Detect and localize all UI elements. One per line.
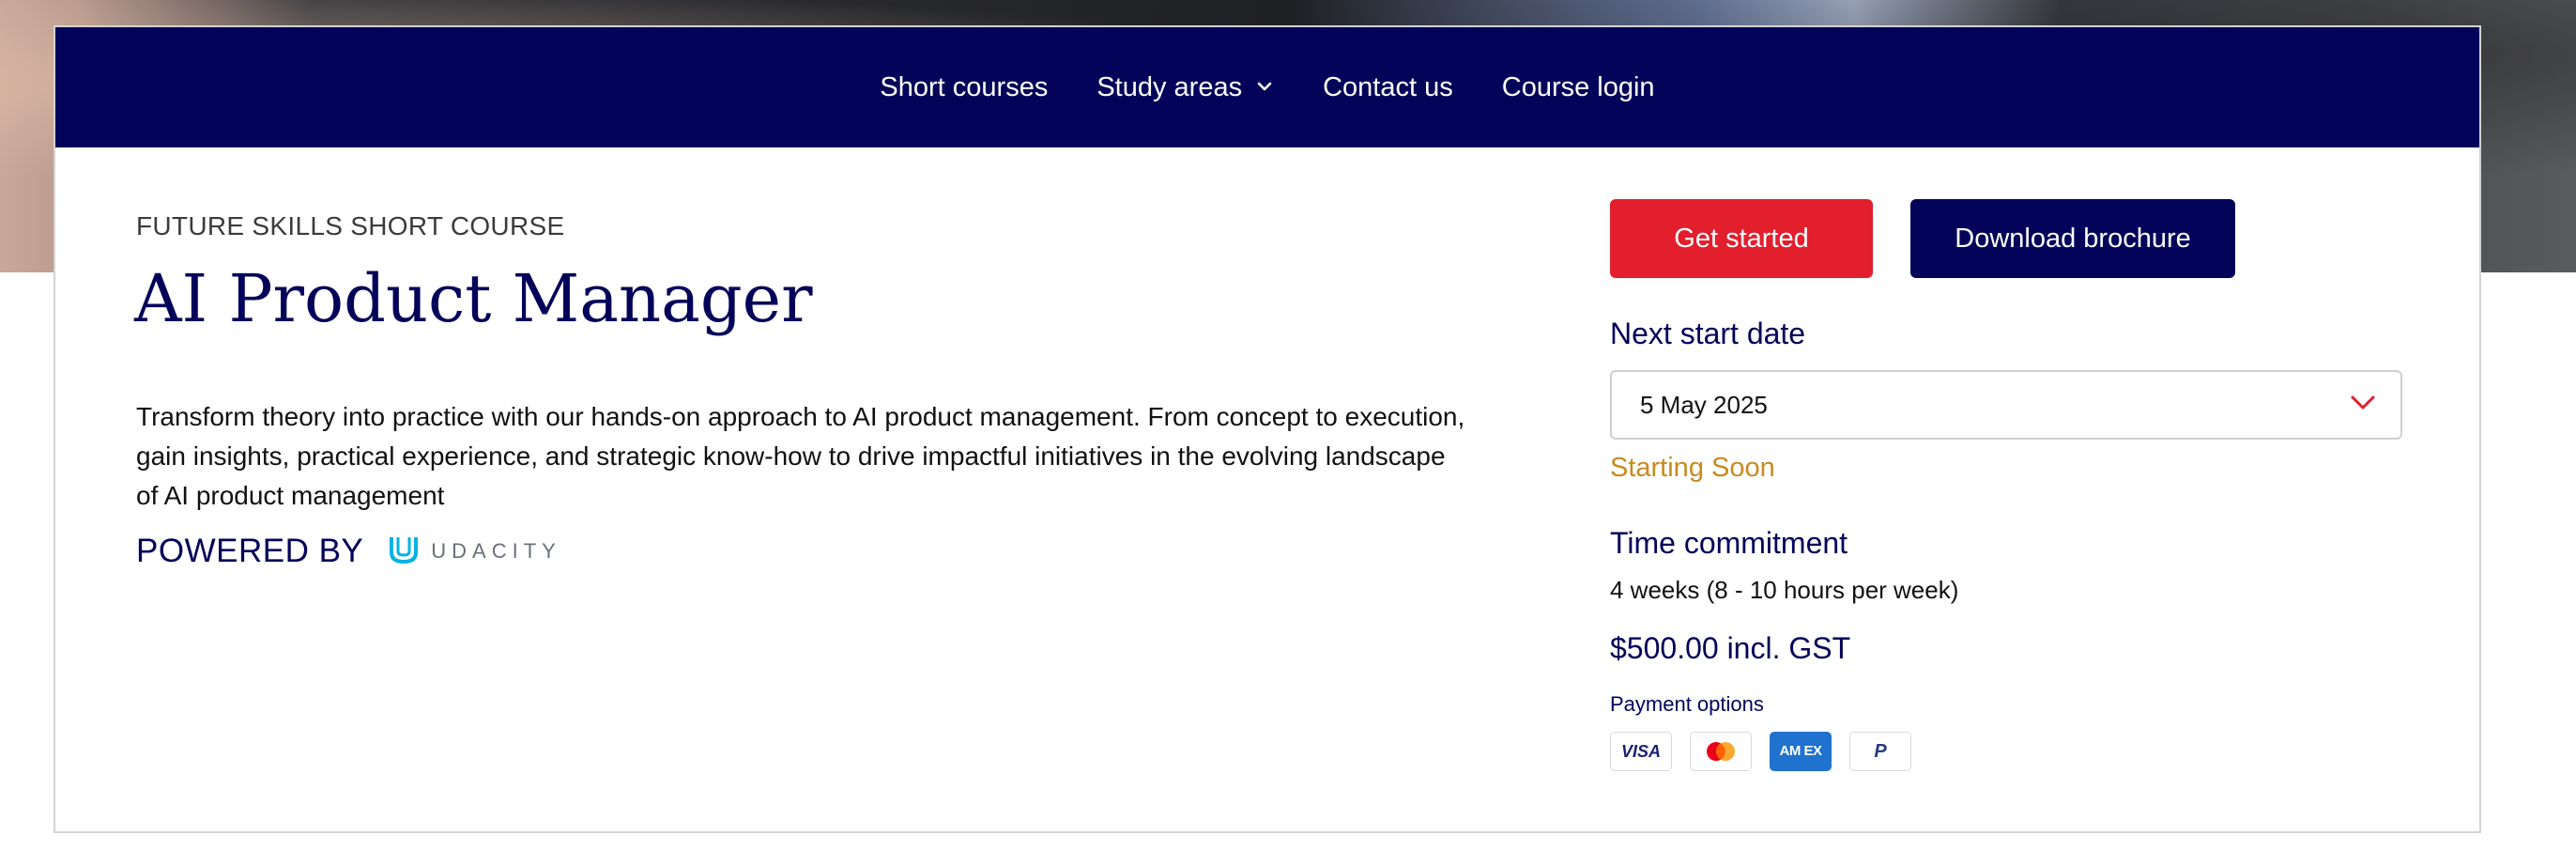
amex-icon: AM EX <box>1770 732 1832 771</box>
nav-course-login-label: Course login <box>1501 71 1655 102</box>
nav-study-areas-label: Study areas <box>1096 71 1243 102</box>
course-price: $500.00 incl. GST <box>1610 631 1851 665</box>
nav-short-courses-label: Short courses <box>880 71 1049 102</box>
start-date-value: 5 May 2025 <box>1640 390 1768 419</box>
download-brochure-button[interactable]: Download brochure <box>1910 199 2235 278</box>
page-title: AI Product Manager <box>134 260 813 337</box>
top-navigation: Short courses Study areas Contact us Cou… <box>55 27 2479 147</box>
visa-text: VISA <box>1620 741 1661 761</box>
start-status: Starting Soon <box>1610 453 1775 483</box>
start-date-select[interactable]: 5 May 2025 <box>1610 370 2402 440</box>
time-commitment-value: 4 weeks (8 - 10 hours per week) <box>1610 576 1959 604</box>
course-card: Short courses Study areas Contact us Cou… <box>54 25 2481 833</box>
payment-options-label: Payment options <box>1610 692 1764 716</box>
nav-course-login[interactable]: Course login <box>1478 72 1679 103</box>
next-start-date-label: Next start date <box>1610 317 1806 350</box>
nav-contact-us-label: Contact us <box>1323 71 1453 102</box>
udacity-logo: UDACITY <box>388 534 561 570</box>
get-started-button[interactable]: Get started <box>1610 199 1873 278</box>
chevron-down-icon <box>1255 72 1274 103</box>
payment-methods: VISA AM EX P <box>1610 732 1911 771</box>
course-category: FUTURE SKILLS SHORT COURSE <box>136 211 565 240</box>
amex-text: AM EX <box>1779 743 1822 759</box>
chevron-down-icon <box>2350 395 2376 416</box>
time-commitment-label: Time commitment <box>1610 526 1848 560</box>
powered-by: POWERED BY UDACITY <box>136 533 561 570</box>
paypal-text: P <box>1874 740 1887 762</box>
nav-contact-us[interactable]: Contact us <box>1298 72 1478 103</box>
mastercard-icon <box>1690 732 1752 771</box>
nav-study-areas[interactable]: Study areas <box>1072 72 1298 103</box>
udacity-logo-icon <box>388 534 420 570</box>
udacity-wordmark: UDACITY <box>431 539 561 563</box>
nav-short-courses[interactable]: Short courses <box>855 72 1072 103</box>
paypal-icon: P <box>1849 732 1911 771</box>
course-description: Transform theory into practice with our … <box>136 402 1465 510</box>
powered-by-label: POWERED BY <box>136 533 364 569</box>
visa-icon: VISA <box>1610 732 1672 771</box>
